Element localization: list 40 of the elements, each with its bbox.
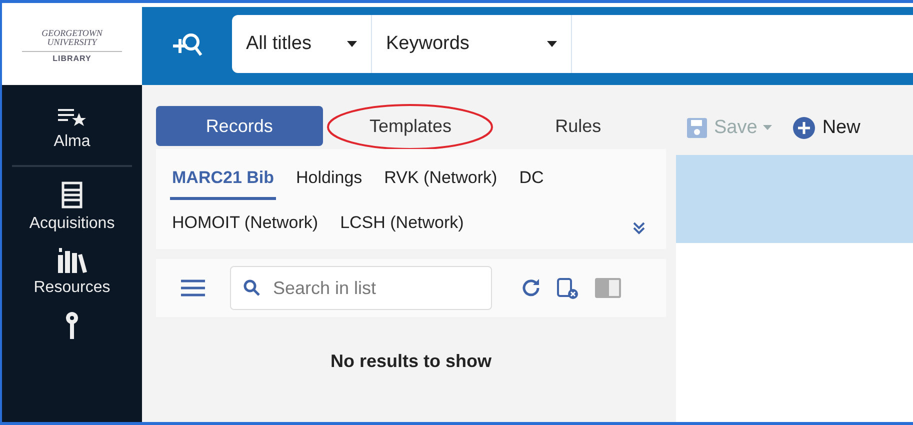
chevrons-down-icon [632,221,646,235]
document-x-icon [556,275,580,301]
field-dropdown[interactable]: Keywords [372,15,572,73]
tab[interactable]: Templates [330,106,490,146]
clear-button[interactable] [556,275,580,301]
toolbar-button[interactable]: New [792,116,860,140]
list-star-icon [56,107,88,127]
search-field[interactable]: Search in list [230,266,492,310]
sliders-icon [180,278,206,298]
format-tab[interactable]: LCSH (Network) [338,202,466,245]
refresh-icon [520,277,542,299]
books-icon [56,247,88,273]
tab[interactable]: Rules [498,106,658,146]
logo-name: GEORGETOWN UNIVERSITY [22,29,122,52]
nav-item[interactable]: Acquisitions [29,181,115,233]
abacus-icon [61,181,83,209]
search-icon [243,279,261,297]
scope-dropdown[interactable]: All titles [232,15,372,73]
search-input[interactable]: Search in list [271,276,461,300]
format-tab[interactable]: MARC21 Bib [170,157,276,200]
filter-button[interactable] [180,278,206,298]
format-tab[interactable]: RVK (Network) [382,157,500,200]
format-tab[interactable]: HOMOIT (Network) [170,202,320,245]
split-panel-icon [594,277,622,299]
nav-item[interactable] [65,311,79,341]
caret-icon [547,41,557,47]
nav-item[interactable]: Alma [54,107,90,151]
logo-caption: LIBRARY [52,54,92,63]
caret-icon [347,41,357,47]
nav-item[interactable]: Resources [34,247,110,297]
tab[interactable]: Records [156,106,323,146]
format-tab[interactable]: DC [517,157,546,200]
caret-icon [763,125,772,130]
panel-toggle-button[interactable] [594,277,622,299]
plus-circle-icon [792,116,816,140]
empty-message: No results to show [330,351,492,373]
format-tab[interactable]: Holdings [294,157,364,200]
key-icon [65,311,79,341]
expand-button[interactable] [632,221,646,235]
refresh-button[interactable] [520,277,542,299]
